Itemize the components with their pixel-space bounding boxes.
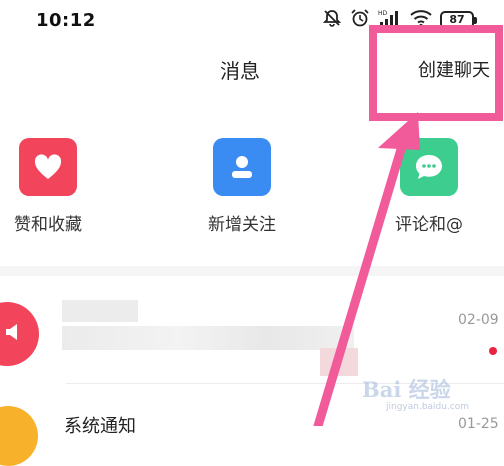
watermark-url: jingyan.baidu.com bbox=[386, 402, 470, 412]
annotation-arrow bbox=[313, 112, 420, 426]
watermark-logo: Bai 经验 bbox=[362, 377, 451, 402]
watermark: Bai 经验 jingyan.baidu.com bbox=[356, 372, 504, 424]
